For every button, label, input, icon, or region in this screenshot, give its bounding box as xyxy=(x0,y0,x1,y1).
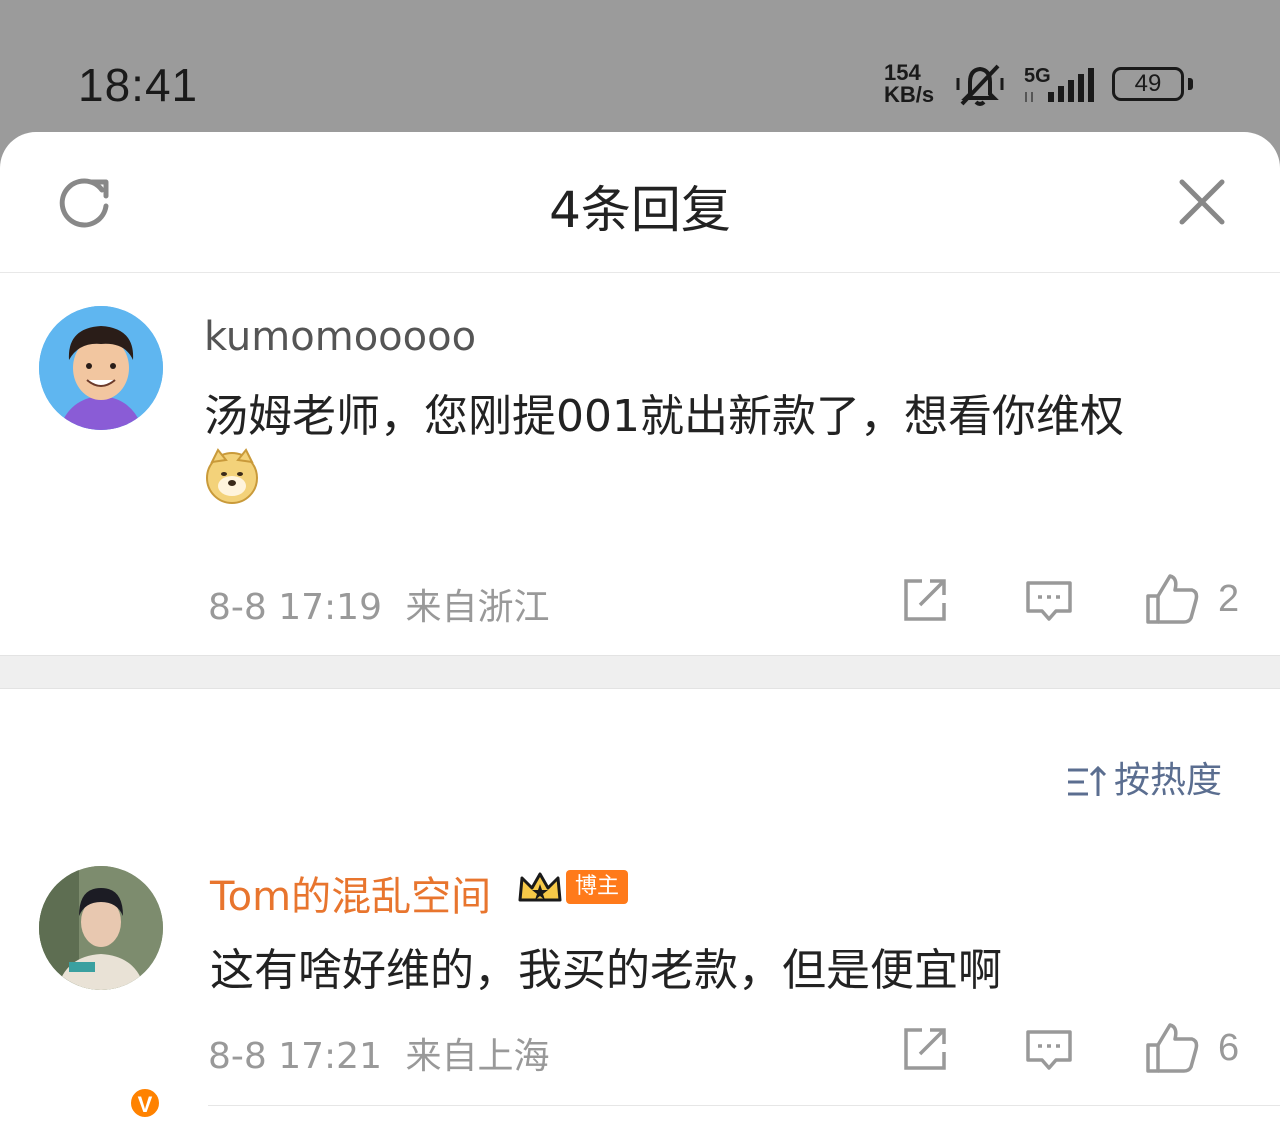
comment-location: 来自浙江 xyxy=(405,587,550,628)
reply-meta: 8-8 17:21 来自上海 xyxy=(208,1027,549,1079)
reply-text: 这有啥好维的，我买的老款，但是便宜啊 xyxy=(210,945,1002,996)
like-count: 6 xyxy=(1218,1027,1240,1069)
avatar-image xyxy=(39,866,163,990)
reply-icon[interactable] xyxy=(1024,1026,1074,1076)
sort-icon xyxy=(1068,765,1107,796)
replies-sheet: 4条回复 kumomooooo 汤姆老师，您刚提001就出新款了，想看你维权 8… xyxy=(0,132,1280,1134)
sort-by-hot-button[interactable]: 按热度 xyxy=(1066,751,1222,803)
like-icon[interactable] xyxy=(1144,572,1200,626)
sheet-title: 4条回复 xyxy=(549,181,731,239)
network-speed: 154 KB/s xyxy=(884,62,944,106)
avatar-image xyxy=(39,306,163,430)
share-icon[interactable] xyxy=(900,1024,950,1074)
battery-indicator: 49 xyxy=(1112,67,1184,101)
comment-username[interactable]: kumomooooo xyxy=(204,314,476,360)
root-comment: kumomooooo 汤姆老师，您刚提001就出新款了，想看你维权 8-8 17… xyxy=(0,272,1280,655)
status-bar: 18:41 154 KB/s 5G 49 xyxy=(0,0,1280,132)
close-icon[interactable] xyxy=(1176,176,1228,228)
verified-badge: V xyxy=(128,1086,162,1120)
status-time: 18:41 xyxy=(78,59,199,111)
network-speed-unit: KB/s xyxy=(884,82,935,107)
avatar[interactable] xyxy=(39,866,163,990)
avatar[interactable] xyxy=(39,306,163,430)
network-speed-value: 154 xyxy=(884,60,921,85)
comment-text: 汤姆老师，您刚提001就出新款了，想看你维权 xyxy=(204,391,1124,442)
sort-label: 按热度 xyxy=(1114,760,1223,801)
battery-tip xyxy=(1188,78,1193,90)
like-count: 2 xyxy=(1218,578,1240,620)
reply-timestamp: 8-8 17:21 xyxy=(208,1036,382,1077)
network-type-label: 5G xyxy=(1024,65,1051,87)
signal-5g-icon: 5G xyxy=(1024,65,1094,102)
author-badge: 博主 xyxy=(566,870,628,904)
sheet-header: 4条回复 xyxy=(0,132,1280,273)
reply-username[interactable]: Tom的混乱空间 xyxy=(210,864,491,922)
like-icon[interactable] xyxy=(1144,1021,1200,1075)
reply-location: 来自上海 xyxy=(405,1036,550,1077)
comment-meta: 8-8 17:19 来自浙江 xyxy=(208,578,549,630)
section-divider xyxy=(0,655,1280,689)
share-icon[interactable] xyxy=(900,575,950,625)
comment-timestamp: 8-8 17:19 xyxy=(208,587,382,628)
reply-icon[interactable] xyxy=(1024,577,1074,627)
reply-divider xyxy=(208,1105,1280,1106)
mute-icon xyxy=(956,64,1004,106)
doge-emoji xyxy=(206,448,258,504)
